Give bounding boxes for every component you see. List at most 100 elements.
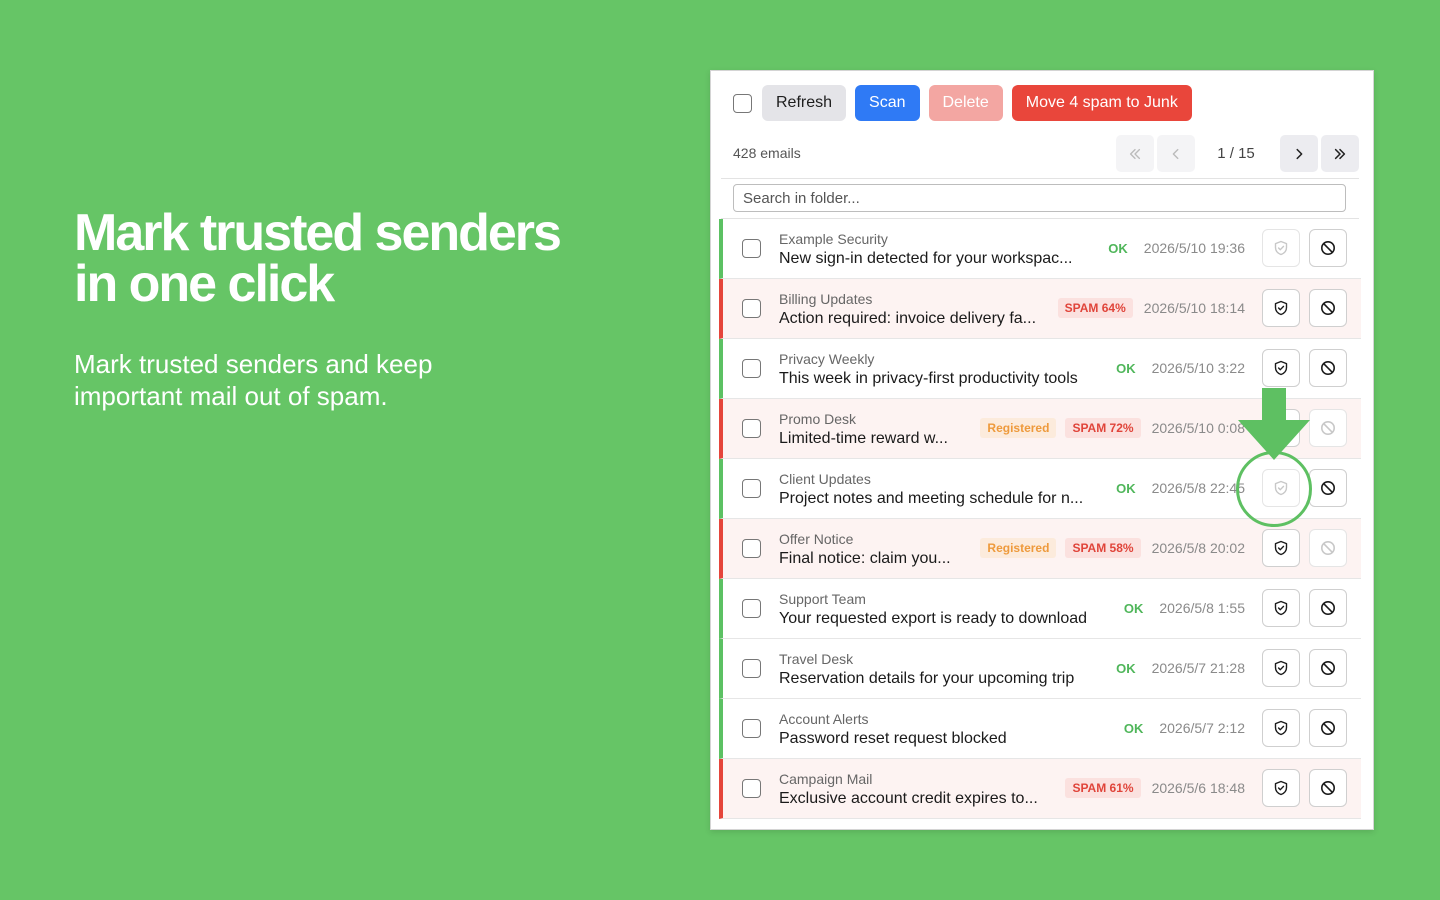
block-sender-button[interactable] (1309, 289, 1347, 327)
shield-check-icon (1274, 780, 1288, 796)
move-to-junk-button[interactable]: Move 4 spam to Junk (1011, 85, 1192, 121)
email-sender: Campaign Mail (779, 771, 873, 787)
shield-check-icon (1274, 720, 1288, 736)
prev-page-button[interactable] (1157, 135, 1195, 172)
block-sender-button[interactable] (1309, 649, 1347, 687)
email-date: 2026/5/8 22:45 (1151, 480, 1245, 496)
email-sender: Client Updates (779, 471, 871, 487)
email-select-checkbox[interactable] (742, 599, 761, 618)
email-select-checkbox[interactable] (742, 239, 761, 258)
trust-sender-button[interactable] (1262, 289, 1300, 327)
email-meta: OK 2026/5/7 2:12 (1124, 709, 1347, 747)
trust-sender-button[interactable] (1262, 229, 1300, 267)
status-badge: SPAM 61% (1065, 778, 1141, 798)
divider (721, 178, 1359, 179)
status-badge: OK (1123, 600, 1144, 616)
search-input[interactable] (733, 184, 1346, 212)
block-sender-button[interactable] (1309, 229, 1347, 267)
email-date: 2026/5/7 2:12 (1159, 720, 1245, 736)
select-all-checkbox[interactable] (733, 93, 752, 113)
email-select-checkbox[interactable] (742, 539, 761, 558)
toolbar: Refresh Scan Delete Move 4 spam to Junk (733, 85, 1201, 121)
callout-highlight-ring (1236, 451, 1312, 527)
email-row[interactable]: Account Alerts Password reset request blo… (719, 699, 1361, 759)
hero-subtitle-line-1: Mark trusted senders and keep (74, 349, 433, 379)
block-sender-button[interactable] (1309, 709, 1347, 747)
email-sender: Billing Updates (779, 291, 873, 307)
registered-badge: Registered (980, 538, 1057, 558)
shield-check-icon (1274, 660, 1288, 676)
email-sender: Account Alerts (779, 711, 869, 727)
block-sender-button[interactable] (1309, 589, 1347, 627)
block-icon (1321, 781, 1335, 795)
shield-check-icon (1274, 540, 1288, 556)
block-icon (1321, 601, 1335, 615)
trust-sender-button[interactable] (1262, 529, 1300, 567)
block-icon (1321, 241, 1335, 255)
email-select-checkbox[interactable] (742, 779, 761, 798)
email-date: 2026/5/10 3:22 (1151, 360, 1245, 376)
email-subject: New sign-in detected for your workspac..… (779, 250, 1073, 267)
first-page-button[interactable] (1116, 135, 1154, 172)
trust-sender-button[interactable] (1262, 589, 1300, 627)
block-icon (1321, 421, 1335, 435)
email-row[interactable]: Support Team Your requested export is rea… (719, 579, 1361, 639)
email-row[interactable]: Travel Desk Reservation details for your … (719, 639, 1361, 699)
block-sender-button[interactable] (1309, 409, 1347, 447)
email-sender: Promo Desk (779, 411, 857, 427)
block-sender-button[interactable] (1309, 769, 1347, 807)
delete-button[interactable]: Delete (928, 85, 1003, 121)
status-badge: OK (1116, 480, 1136, 496)
status-badge: OK (1123, 720, 1144, 736)
status-badge: SPAM 72% (1065, 418, 1141, 438)
status-badge: SPAM 64% (1057, 298, 1133, 318)
email-row[interactable]: Billing Updates Action required: invoice … (719, 279, 1361, 339)
trust-sender-button[interactable] (1262, 649, 1300, 687)
email-row[interactable]: Campaign Mail Exclusive account credit ex… (719, 759, 1361, 819)
email-meta: OK 2026/5/10 19:36 (1108, 229, 1347, 267)
email-sender: Offer Notice (779, 531, 854, 547)
email-date: 2026/5/8 1:55 (1159, 600, 1245, 616)
next-page-button[interactable] (1280, 135, 1318, 172)
email-select-checkbox[interactable] (742, 479, 761, 498)
email-sender: Privacy Weekly (779, 351, 875, 367)
block-sender-button[interactable] (1309, 469, 1347, 507)
email-subject: Final notice: claim you... (779, 550, 951, 567)
email-meta: OK 2026/5/10 3:22 (1116, 349, 1347, 387)
email-select-checkbox[interactable] (742, 299, 761, 318)
email-meta: OK 2026/5/7 21:28 (1116, 649, 1347, 687)
hero-title-line-1: Mark trusted senders (74, 204, 562, 262)
trust-sender-button[interactable] (1262, 709, 1300, 747)
hero-title: Mark trusted senders in one click (74, 204, 634, 310)
refresh-button[interactable]: Refresh (762, 85, 847, 121)
email-meta: SPAM 61% 2026/5/6 18:48 (1065, 769, 1347, 807)
status-badge: OK (1116, 660, 1136, 676)
scan-button[interactable]: Scan (855, 85, 920, 121)
email-select-checkbox[interactable] (742, 359, 761, 378)
block-icon (1321, 541, 1335, 555)
block-icon (1321, 361, 1335, 375)
email-row[interactable]: Offer Notice Final notice: claim you... Re… (719, 519, 1361, 579)
chevron-right-icon (1296, 148, 1303, 159)
email-date: 2026/5/7 21:28 (1151, 660, 1245, 676)
block-icon (1321, 301, 1335, 315)
email-date: 2026/5/6 18:48 (1151, 780, 1245, 796)
shield-check-icon (1274, 300, 1288, 316)
block-sender-button[interactable] (1309, 529, 1347, 567)
double-chevron-left-icon (1129, 148, 1141, 159)
email-row[interactable]: Example Security New sign-in detected for… (719, 219, 1361, 279)
hero-subtitle-line-2: important mail out of spam. (74, 381, 388, 411)
email-meta: SPAM 64% 2026/5/10 18:14 (1057, 289, 1347, 327)
block-sender-button[interactable] (1309, 349, 1347, 387)
email-select-checkbox[interactable] (742, 659, 761, 678)
trust-sender-button[interactable] (1262, 349, 1300, 387)
shield-check-icon (1274, 360, 1288, 376)
email-subject: Password reset request blocked (779, 730, 1007, 747)
shield-check-icon (1274, 240, 1288, 256)
last-page-button[interactable] (1321, 135, 1359, 172)
email-select-checkbox[interactable] (742, 419, 761, 438)
trust-sender-button[interactable] (1262, 769, 1300, 807)
shield-check-icon (1274, 600, 1288, 616)
email-select-checkbox[interactable] (742, 719, 761, 738)
email-subject: Limited-time reward w... (779, 430, 948, 447)
